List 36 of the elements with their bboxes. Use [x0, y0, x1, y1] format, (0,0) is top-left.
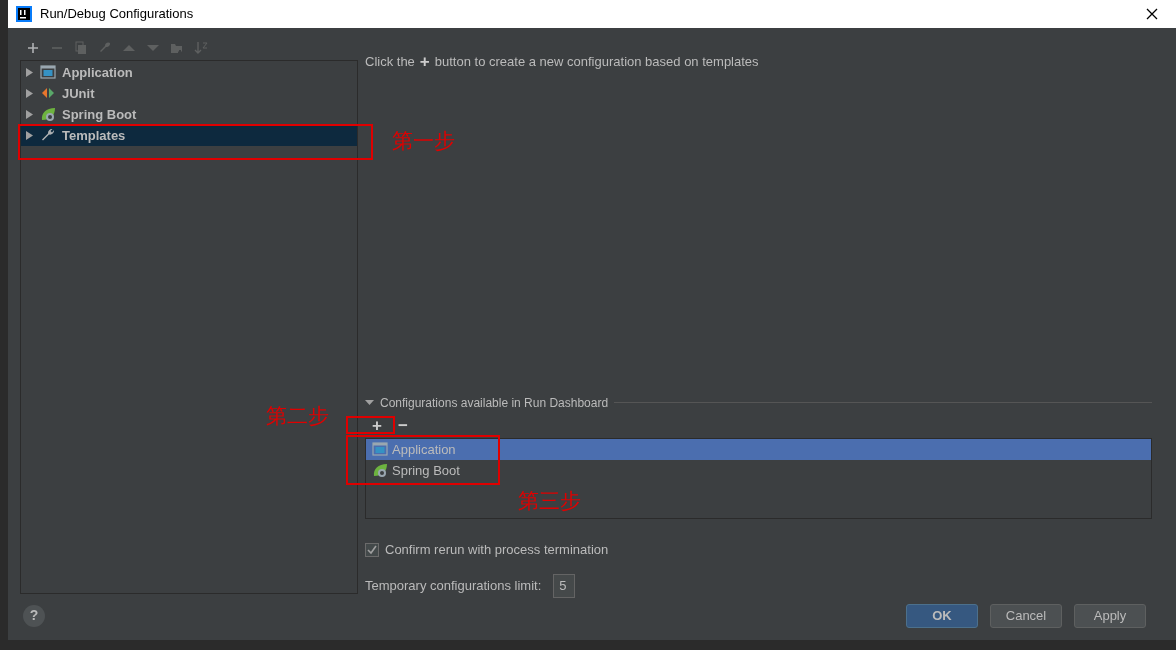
- checkbox-label: Confirm rerun with process termination: [385, 541, 609, 560]
- leaf-icon: [372, 462, 388, 479]
- close-icon[interactable]: [1146, 7, 1158, 20]
- hint-text: button to create a new configuration based on templates: [434, 52, 759, 71]
- annotation-label: 第三步: [518, 491, 581, 512]
- annotation-label: 第二步: [266, 406, 329, 427]
- list-item[interactable]: Spring Boot: [366, 459, 1151, 481]
- collapse-arrow-icon[interactable]: [365, 398, 374, 408]
- hint-text: Click the: [365, 52, 415, 71]
- add-button[interactable]: +: [372, 417, 382, 435]
- check-icon: [367, 544, 377, 555]
- tree-item[interactable]: Templates: [21, 124, 357, 146]
- ok-button[interactable]: OK: [906, 603, 978, 628]
- remove-button[interactable]: −: [397, 417, 408, 435]
- checkbox[interactable]: [365, 542, 379, 557]
- section-title: Configurations available in Run Dashboard: [380, 394, 609, 412]
- window-icon: [372, 441, 388, 458]
- expand-arrow-icon: [25, 67, 34, 77]
- dialog-button[interactable]: Apply: [1074, 603, 1146, 628]
- annotation-label: 第一步: [392, 131, 455, 152]
- window-icon: [40, 64, 56, 81]
- window-title: Run/Debug Configurations: [40, 5, 194, 24]
- expand-arrow-icon: [25, 130, 34, 140]
- expand-arrow-icon: [25, 109, 34, 119]
- leaf-icon: [40, 106, 56, 123]
- help-button[interactable]: ?: [23, 604, 45, 627]
- tree-item[interactable]: Application: [21, 61, 357, 83]
- input-field[interactable]: 5: [553, 573, 576, 598]
- tree-item[interactable]: Spring Boot: [21, 103, 357, 125]
- plus-symbol: +: [419, 50, 430, 73]
- tree-item[interactable]: JUnit: [21, 82, 357, 104]
- dialog-button[interactable]: Cancel: [990, 603, 1062, 628]
- add-icon[interactable]: [26, 40, 40, 55]
- app-logo-icon: [16, 5, 32, 22]
- field-label: Temporary configurations limit:: [365, 577, 542, 596]
- expand-arrow-icon: [25, 88, 34, 98]
